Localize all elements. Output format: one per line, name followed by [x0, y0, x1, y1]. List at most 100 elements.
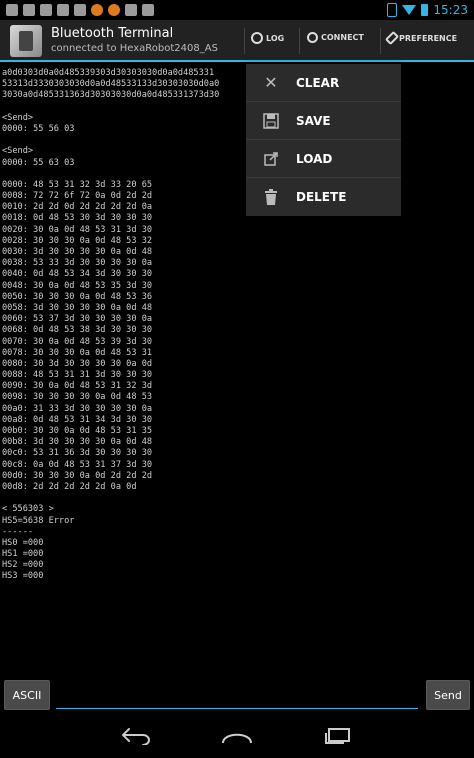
connect-button-label: CONNECT	[321, 33, 364, 42]
load-icon	[246, 151, 296, 167]
download-icon	[74, 4, 86, 16]
browser-icon	[91, 4, 103, 16]
log-line: HS1 =000	[2, 549, 44, 560]
log-line: 0000: 48 53 31 32 3d 33 20 65	[2, 179, 153, 190]
log-line: 0050: 30 30 30 0a 0d 48 53 36	[2, 291, 153, 302]
wrench-icon	[384, 30, 400, 46]
app-icon[interactable]	[10, 25, 42, 57]
preference-button[interactable]: PREFERENCE	[384, 30, 458, 46]
log-line: 00b8: 3d 30 30 30 30 0a 0d 48	[2, 437, 153, 448]
log-line: 3030a0d485331363d30303030d0a0d485331373d…	[2, 90, 220, 101]
close-icon: ✕	[264, 73, 278, 92]
bluetooth-icon	[387, 3, 398, 17]
menu-item-label: SAVE	[296, 113, 331, 128]
log-line: 0018: 0d 48 53 30 3d 30 30 30	[2, 213, 153, 224]
tool-icon	[40, 4, 52, 16]
action-bar: Bluetooth Terminal connected to HexaRobo…	[0, 20, 474, 62]
menu-item-save[interactable]: SAVE	[246, 102, 401, 140]
log-line: 00d8: 2d 2d 2d 2d 2d 0a 0d	[2, 481, 137, 492]
log-line: HS0 =000	[2, 537, 44, 548]
log-line: 00a0: 31 33 3d 30 30 30 30 0a	[2, 403, 153, 414]
back-button[interactable]	[116, 722, 156, 750]
log-line: a0d0303d0a0d485339303d30303030d0a0d48533…	[2, 68, 215, 78]
menu-item-delete[interactable]: DELETE	[246, 178, 401, 216]
log-line: HS3 =000	[2, 571, 44, 582]
back-icon	[122, 728, 150, 745]
connection-status: connected to HexaRobot2408_AS	[51, 43, 218, 54]
menu-item-label: DELETE	[296, 190, 347, 204]
home-button[interactable]	[217, 722, 257, 750]
log-button-label: LOG	[266, 33, 285, 43]
divider	[244, 28, 245, 54]
battery-icon	[421, 4, 429, 16]
connect-button[interactable]: CONNECT	[307, 32, 364, 43]
log-button[interactable]: LOG	[251, 32, 284, 44]
recent-apps-icon	[325, 728, 350, 744]
log-line: <Send>	[2, 112, 34, 123]
search-icon	[307, 32, 318, 43]
log-line: 00d0: 30 30 30 0a 0d 2d 2d 2d	[2, 470, 153, 481]
log-line: 0000: 55 63 03	[2, 157, 75, 168]
log-line: 0068: 0d 48 53 38 3d 30 30 30	[2, 325, 153, 336]
clock: 15:23	[433, 3, 468, 17]
navigation-bar	[0, 714, 474, 758]
log-line: ------	[2, 526, 34, 537]
menu-item-load[interactable]: LOAD	[246, 140, 401, 178]
log-line: 00c8: 0a 0d 48 53 31 37 3d 30	[2, 459, 153, 470]
sim-icon	[6, 4, 18, 16]
browser-icon	[108, 4, 120, 16]
log-line: 0098: 30 30 30 30 0a 0d 48 53	[2, 392, 153, 403]
recent-apps-button[interactable]	[318, 722, 358, 750]
status-bar: 15:23	[0, 0, 474, 20]
log-line: 0010: 2d 2d 0d 2d 2d 2d 2d 0a	[2, 202, 153, 213]
system-icons: 15:23	[387, 3, 468, 17]
input-bar: ASCII Send	[0, 676, 474, 714]
log-line: 00a8: 0d 48 53 31 34 3d 30 30	[2, 414, 153, 425]
terminal-log[interactable]: a0d0303d0a0d485339303d30303030d0a0d48533…	[0, 64, 474, 676]
log-line: <Send>	[2, 146, 34, 157]
mail-icon	[57, 4, 69, 16]
log-line: HS5=5638 Error	[2, 515, 75, 526]
log-line: 0040: 0d 48 53 34 3d 30 30 30	[2, 269, 153, 280]
log-icon	[251, 32, 263, 44]
menu-item-label: CLEAR	[296, 75, 340, 90]
send-button[interactable]: Send	[426, 680, 470, 710]
log-line: 0090: 30 0a 0d 48 53 31 32 3d	[2, 381, 153, 392]
log-line: 0088: 48 53 31 31 3d 30 30 30	[2, 370, 153, 381]
preference-button-label: PREFERENCE	[399, 33, 458, 43]
log-line: 00c0: 53 31 36 3d 30 30 30 30	[2, 448, 153, 459]
app-title: Bluetooth Terminal	[51, 26, 174, 41]
divider	[299, 28, 300, 54]
usb-icon	[142, 4, 154, 16]
log-line: 0008: 72 72 6f 72 0a 0d 2d 2d	[2, 191, 153, 202]
log-line: 0038: 53 33 3d 30 30 30 30 0a	[2, 258, 153, 269]
home-icon	[222, 733, 252, 744]
log-line: 0048: 30 0a 0d 48 53 35 3d 30	[2, 280, 153, 291]
notification-icons	[6, 4, 154, 16]
message-input[interactable]	[56, 682, 418, 709]
log-line: HS2 =000	[2, 560, 44, 571]
ascii-mode-button[interactable]: ASCII	[4, 680, 50, 710]
save-icon	[246, 112, 296, 129]
trash-icon	[246, 189, 296, 205]
log-line: 0000: 55 56 03	[2, 123, 75, 134]
menu-item-label: LOAD	[296, 151, 333, 166]
wifi-icon	[402, 5, 417, 15]
log-line: 0030: 3d 30 30 30 30 0a 0d 48	[2, 247, 153, 257]
log-line: 0078: 30 30 30 0a 0d 48 53 31	[2, 347, 153, 358]
menu-item-clear[interactable]: ✕ CLEAR	[246, 64, 401, 102]
divider	[380, 28, 381, 54]
overflow-menu: ✕ CLEAR SAVE LOAD DELETE	[246, 64, 401, 216]
log-line: 00b0: 30 30 0a 0d 48 53 31 35	[2, 426, 153, 436]
log-line: 0028: 30 30 30 0a 0d 48 53 32	[2, 235, 153, 246]
mail-icon	[125, 4, 137, 16]
log-line: 0060: 53 37 3d 30 30 30 30 0a	[2, 314, 153, 325]
log-line: 0080: 30 3d 30 30 30 30 0a 0d	[2, 358, 153, 369]
log-line: 0058: 3d 30 30 30 30 0a 0d 48	[2, 302, 153, 313]
photo-icon	[23, 4, 35, 16]
log-line: 0020: 30 0a 0d 48 53 31 3d 30	[2, 224, 153, 235]
